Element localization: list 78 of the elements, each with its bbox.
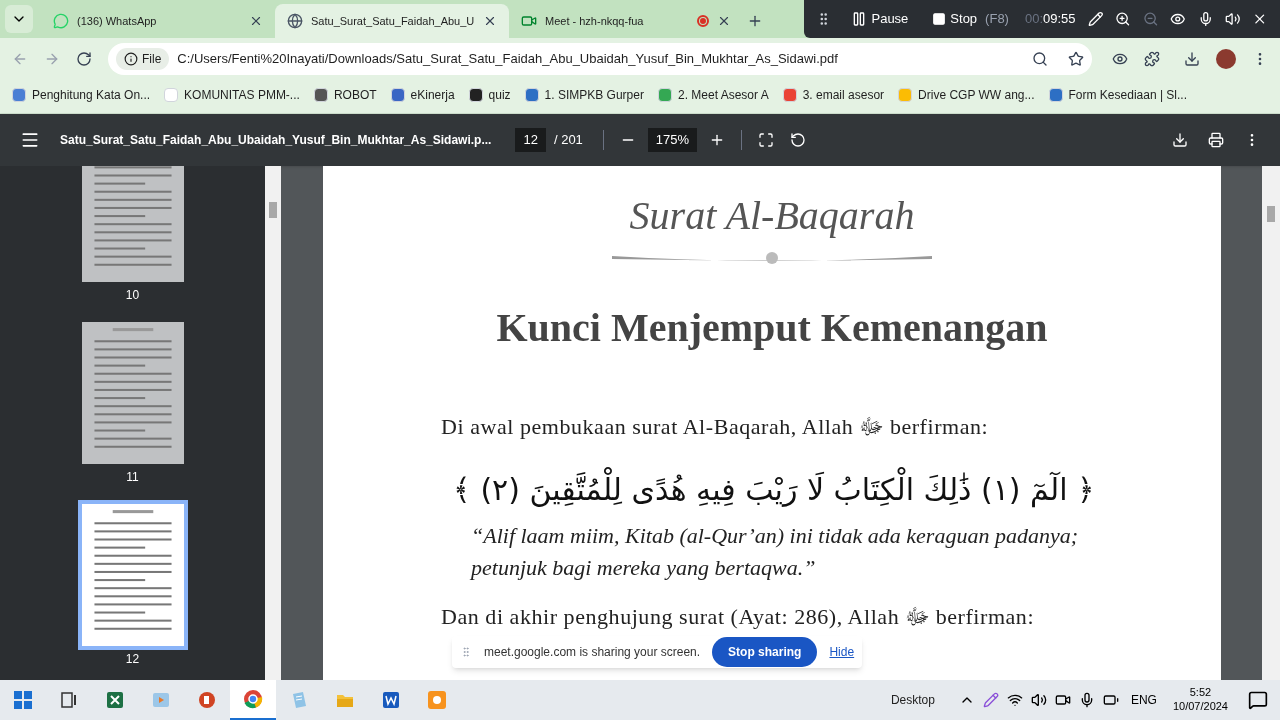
url-text: C:/Users/Fenti%20Inayati/Downloads/Satu_Surat_Satu_Faidah_Abu_Ubaidah_Yusuf_Bin_Mukhtar_As_Sidawi.pdf (177, 50, 839, 69)
speaker-icon[interactable] (1030, 692, 1047, 708)
menu-icon[interactable] (20, 130, 40, 150)
extension-icon[interactable] (1112, 51, 1128, 67)
page-number-field[interactable]: 12 (515, 128, 546, 152)
rotate-icon[interactable] (790, 132, 807, 148)
language-indicator[interactable]: ENG (1130, 691, 1157, 709)
star-icon[interactable] (1068, 51, 1084, 67)
paragraph: Di awal pembukaan surat Al-Baqarah, Allah ﷻ berfirman: (441, 413, 989, 441)
zoom-in-icon[interactable] (1115, 11, 1131, 27)
close-icon[interactable] (249, 14, 263, 28)
pause-button[interactable]: Pause (851, 9, 909, 29)
pen-icon[interactable] (982, 692, 999, 708)
tab-title: Meet - hzh-nkqq-fua (545, 13, 645, 29)
download-icon[interactable] (1184, 51, 1200, 67)
fit-page-icon[interactable] (758, 132, 775, 148)
search-icon[interactable] (1032, 51, 1048, 67)
close-icon[interactable] (717, 14, 731, 28)
info-icon (124, 52, 138, 66)
desktop-label[interactable]: Desktop (890, 691, 935, 709)
bookmark-item[interactable]: KOMUNITAS PMM-... (164, 85, 300, 104)
address-field[interactable]: File C:/Users/Fenti%20Inayati/Downloads/Satu_Surat_Satu_Faidah_Abu_Ubaidah_Yusuf_Bin_Mukhtar_As_Sidawi.pdf (108, 43, 1092, 75)
battery-icon[interactable] (1102, 692, 1119, 708)
page-number: 12 (125, 652, 140, 666)
print-icon[interactable] (1208, 132, 1224, 148)
download-icon[interactable] (1172, 132, 1188, 148)
page-number: 10 (125, 288, 140, 302)
reload-icon[interactable] (76, 51, 92, 67)
notification-icon[interactable] (1248, 690, 1268, 710)
page-scrollbar[interactable] (1262, 166, 1280, 680)
close-icon[interactable] (483, 14, 497, 28)
globe-icon (287, 13, 303, 29)
stop-button[interactable]: Stop (F8) (932, 9, 1009, 29)
browser-tab[interactable]: (136) WhatsApp (41, 4, 275, 38)
bookmark-item[interactable]: Penghitung Kata On... (12, 85, 151, 104)
paragraph: Dan di akhir penghujung surat (Ayat: 286), Allah ﷻ berfirman: (441, 603, 1035, 631)
new-tab-icon[interactable] (747, 13, 763, 29)
tab-title: Satu_Surat_Satu_Faidah_Abu_U (311, 13, 475, 29)
extensions-icon[interactable] (1144, 51, 1160, 67)
chat-icon (53, 13, 69, 29)
bookmark-item[interactable]: Form Kesediaan | Sl... (1048, 85, 1188, 104)
clock-date: 10/07/2024 (1172, 700, 1228, 714)
zoom-field[interactable]: 175% (647, 128, 698, 152)
page-heading: Kunci Menjemput Kemenangan (496, 304, 1048, 352)
arabic-verse: ﴿ الٓمٓ (١) ذَٰلِكَ الْكِتَابُ لَا رَيْبَ فِيهِ هُدًى لِلْمُتَّقِينَ (٢) ﴾ (452, 467, 1095, 512)
bookmark-item[interactable]: eKinerja (390, 85, 455, 104)
stop-sharing-button[interactable]: Stop sharing (712, 637, 818, 667)
stop-icon (932, 12, 947, 26)
translation: “Alif laam miim, Kitab (al-Qur’an) ini tidak ada keraguan padanya; petunjuk bagi mereka yang bertaqwa.” (471, 522, 1079, 582)
browser-tab[interactable]: Meet - hzh-nkqq-fua (509, 4, 743, 38)
bookmark-item[interactable]: Drive CGP WW ang... (898, 85, 1035, 104)
bookmark-item[interactable]: 1. SIMPKB Gurper (524, 85, 644, 104)
eye-icon[interactable] (1170, 11, 1186, 27)
recording-timer: 00:09:55 (1024, 10, 1076, 29)
bookmark-item[interactable]: ROBOT (313, 85, 377, 104)
tab-search-button[interactable] (5, 5, 33, 33)
page-number: 11 (126, 470, 139, 484)
page-count: / 201 (553, 131, 583, 150)
share-message: meet.google.com is sharing your screen. (484, 644, 701, 661)
bookmark-item[interactable]: 2. Meet Asesor A (657, 85, 769, 104)
video-icon (521, 13, 537, 29)
profile-avatar[interactable] (1216, 49, 1236, 69)
clock-time: 5:52 (1189, 686, 1212, 700)
pencil-icon[interactable] (1087, 11, 1104, 27)
file-name: Satu_Surat_Satu_Faidah_Abu_Ubaidah_Yusuf_Bin_Mukhtar_As_Sidawi.p... (60, 132, 492, 149)
bookmark-item[interactable]: quiz (468, 85, 511, 104)
browser-tab[interactable]: Satu_Surat_Satu_Faidah_Abu_U (275, 4, 509, 38)
site-info-chip[interactable]: File (116, 48, 170, 70)
surah-title: Surat Al-Baqarah (629, 192, 915, 240)
hide-link[interactable]: Hide (829, 643, 855, 661)
tab-title: (136) WhatsApp (77, 13, 158, 29)
bookmark-item[interactable]: 3. email asesor (782, 85, 885, 104)
sidebar-scrollbar[interactable] (265, 166, 281, 680)
wifi-icon[interactable] (1006, 692, 1023, 708)
browser-icon[interactable] (230, 680, 276, 720)
drag-handle-icon[interactable] (460, 646, 472, 658)
camera-icon[interactable] (1054, 692, 1071, 708)
speaker-icon[interactable] (1225, 11, 1241, 27)
